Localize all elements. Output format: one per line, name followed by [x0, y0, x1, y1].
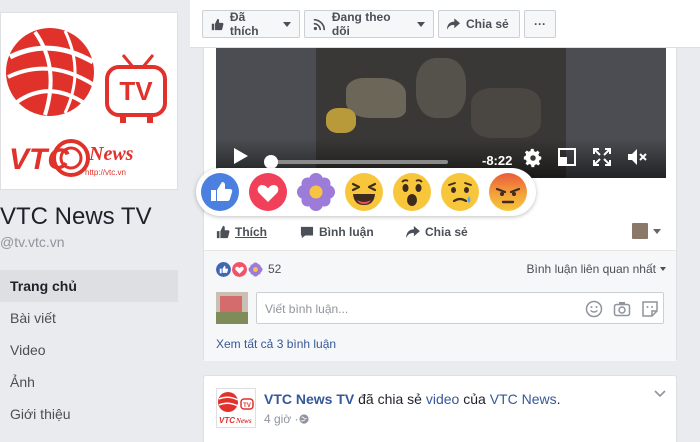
current-user-avatar[interactable] — [216, 292, 248, 324]
love-reaction-icon[interactable] — [232, 262, 247, 277]
nav-item-videos[interactable]: Video — [0, 334, 178, 366]
page-action-bar: Đã thích Đang theo dõi Chia sẻ ··· — [190, 0, 700, 48]
nav-item-posts[interactable]: Bài viết — [0, 302, 178, 334]
like-reaction[interactable] — [200, 172, 240, 212]
vtc-news-tv-logo: TV VTC News — [218, 392, 254, 425]
camera-icon[interactable] — [613, 300, 631, 318]
chevron-down-icon[interactable] — [653, 229, 661, 234]
comment-button[interactable]: Bình luận — [300, 225, 374, 239]
comments-section: 52 Bình luận liên quan nhất Viết bình lu… — [204, 251, 676, 361]
comment-sort-dropdown[interactable]: Bình luận liên quan nhất — [527, 262, 666, 276]
share-page-button-label: Chia sẻ — [466, 17, 509, 31]
picture-in-picture-icon[interactable] — [558, 148, 576, 166]
settings-gear-icon[interactable] — [522, 147, 544, 169]
thankful-reaction[interactable] — [296, 172, 336, 212]
video-player[interactable]: -8:22 — [216, 48, 666, 178]
haha-reaction[interactable] — [344, 172, 384, 212]
more-options-label: ··· — [534, 17, 546, 31]
post-as-avatar[interactable] — [632, 223, 648, 239]
see-all-comments-link[interactable]: Xem tất cả 3 bình luận — [216, 337, 336, 351]
svg-text:VTC: VTC — [219, 416, 235, 425]
page-name[interactable]: VTC News TV — [0, 203, 152, 231]
share-post-label: Chia sẻ — [425, 225, 468, 239]
liked-button-label: Đã thích — [229, 10, 259, 38]
left-column: TV VTC News http://vtc.vn VTC News TV @t… — [0, 0, 190, 442]
source-page-link[interactable]: VTC News — [490, 391, 557, 407]
chevron-down-icon — [283, 21, 291, 27]
more-options-button[interactable]: ··· — [524, 10, 556, 38]
end-text: . — [556, 391, 561, 407]
reaction-count[interactable]: 52 — [268, 262, 281, 276]
post-action-text: đã chia sẻ — [354, 391, 426, 407]
svg-text:TV: TV — [119, 76, 153, 106]
nav-item-about[interactable]: Giới thiệu — [0, 398, 178, 430]
fullscreen-icon[interactable] — [593, 148, 611, 166]
share-page-button[interactable]: Chia sẻ — [438, 10, 520, 38]
rss-icon — [313, 18, 326, 30]
video-scene-shape — [326, 108, 356, 133]
vtc-news-tv-logo: TV VTC News http://vtc.vn — [6, 28, 167, 177]
like-reaction-icon[interactable] — [216, 262, 231, 277]
sticker-icon[interactable] — [641, 300, 659, 318]
like-post-button[interactable]: Thích — [216, 225, 267, 239]
love-reaction[interactable] — [248, 172, 288, 212]
video-scrubber[interactable] — [268, 160, 448, 164]
comment-input[interactable]: Viết bình luận... — [256, 292, 664, 324]
comment-sort-label: Bình luận liên quan nhất — [526, 262, 656, 276]
following-button-label: Đang theo dõi — [331, 10, 391, 38]
liked-button[interactable]: Đã thích — [202, 10, 300, 38]
angry-reaction[interactable] — [488, 172, 528, 212]
wow-reaction[interactable] — [392, 172, 432, 212]
globe-icon — [298, 414, 309, 424]
chevron-down-icon — [417, 21, 425, 27]
svg-text:TV: TV — [243, 403, 251, 409]
sad-reaction[interactable] — [440, 172, 480, 212]
muted-volume-icon[interactable] — [628, 148, 648, 166]
share-arrow-icon — [406, 226, 420, 238]
post-author-avatar[interactable]: TV VTC News — [216, 388, 256, 428]
video-scene-shape — [416, 58, 466, 118]
nav-item-photos[interactable]: Ảnh — [0, 366, 178, 398]
comment-bubble-icon — [300, 226, 314, 238]
video-link[interactable]: video — [426, 391, 459, 407]
reactions-picker — [196, 168, 536, 216]
share-arrow-icon — [447, 18, 460, 30]
svg-text:http://vtc.vn: http://vtc.vn — [85, 168, 126, 177]
post-header-line: VTC News TV đã chia sẻ video của VTC New… — [264, 391, 560, 407]
comment-input-placeholder: Viết bình luận... — [265, 302, 349, 316]
post-time-text: 4 giờ · — [264, 412, 299, 426]
thankful-reaction-icon[interactable] — [248, 262, 263, 277]
share-post-button[interactable]: Chia sẻ — [406, 225, 468, 239]
video-scene-shape — [346, 78, 406, 118]
scrubber-handle[interactable] — [264, 155, 278, 169]
nav-item-home[interactable]: Trang chủ — [0, 270, 178, 302]
thumbs-up-icon — [216, 225, 230, 239]
svg-text:News: News — [88, 143, 134, 165]
page-profile-picture[interactable]: TV VTC News http://vtc.vn — [0, 12, 178, 190]
time-remaining: -8:22 — [482, 153, 513, 168]
comment-button-label: Bình luận — [319, 225, 374, 239]
play-icon[interactable] — [234, 148, 248, 164]
page-nav: Trang chủ Bài viết Video Ảnh Giới thiệu — [0, 270, 178, 430]
video-scene-shape — [471, 88, 541, 138]
following-button[interactable]: Đang theo dõi — [304, 10, 434, 38]
emoji-icon[interactable] — [585, 300, 603, 318]
post-options-chevron-icon[interactable] — [654, 390, 666, 398]
of-text: của — [459, 391, 490, 407]
chevron-down-icon — [660, 267, 666, 271]
post-timestamp[interactable]: 4 giờ · — [264, 412, 309, 426]
shared-video-post: TV VTC News VTC News TV đã chia sẻ video… — [203, 375, 677, 442]
svg-text:News: News — [235, 417, 252, 425]
thumbs-up-icon — [211, 18, 224, 30]
page-handle[interactable]: @tv.vtc.vn — [0, 234, 65, 250]
like-post-label: Thích — [235, 225, 267, 239]
post-author-link[interactable]: VTC News TV — [264, 391, 354, 407]
